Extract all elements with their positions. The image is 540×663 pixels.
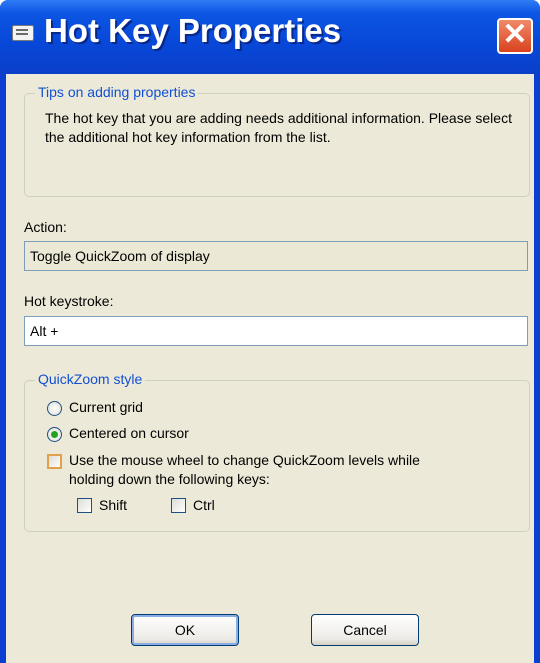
cancel-button[interactable]: Cancel xyxy=(311,614,419,646)
hot-keystroke-input[interactable]: Alt + xyxy=(24,316,528,346)
ctrl-label[interactable]: Ctrl xyxy=(193,497,215,513)
action-field: Toggle QuickZoom of display xyxy=(24,241,528,271)
radio-current-grid[interactable] xyxy=(47,401,62,416)
hot-keystroke-label: Hot keystroke: xyxy=(24,293,114,309)
quickzoom-style-groupbox: QuickZoom style Current grid Centered on… xyxy=(24,371,530,532)
mouse-wheel-label-line2[interactable]: holding down the following keys: xyxy=(69,471,270,487)
ctrl-checkbox[interactable] xyxy=(171,498,186,513)
title-bar[interactable]: Hot Key Properties ✕ xyxy=(0,0,540,74)
window-menu-icon[interactable] xyxy=(12,25,34,41)
radio-centered-on-cursor[interactable] xyxy=(47,427,62,442)
shift-checkbox[interactable] xyxy=(77,498,92,513)
action-label: Action: xyxy=(24,219,67,235)
ok-button[interactable]: OK xyxy=(131,614,239,646)
dialog-client-area: Tips on adding properties The hot key th… xyxy=(6,74,534,663)
mouse-wheel-checkbox[interactable] xyxy=(47,454,62,469)
radio-current-grid-label[interactable]: Current grid xyxy=(69,399,143,415)
mouse-wheel-label-line1[interactable]: Use the mouse wheel to change QuickZoom … xyxy=(69,452,420,468)
tips-text: The hot key that you are adding needs ad… xyxy=(45,110,512,145)
hot-key-properties-window: Hot Key Properties ✕ Tips on adding prop… xyxy=(0,0,540,663)
tips-legend: Tips on adding properties xyxy=(35,84,199,100)
radio-centered-on-cursor-label[interactable]: Centered on cursor xyxy=(69,425,189,441)
window-title: Hot Key Properties xyxy=(44,12,342,49)
close-button[interactable]: ✕ xyxy=(497,18,533,54)
tips-groupbox: Tips on adding properties The hot key th… xyxy=(24,84,530,197)
shift-label[interactable]: Shift xyxy=(99,497,127,513)
quickzoom-style-legend: QuickZoom style xyxy=(35,371,146,387)
